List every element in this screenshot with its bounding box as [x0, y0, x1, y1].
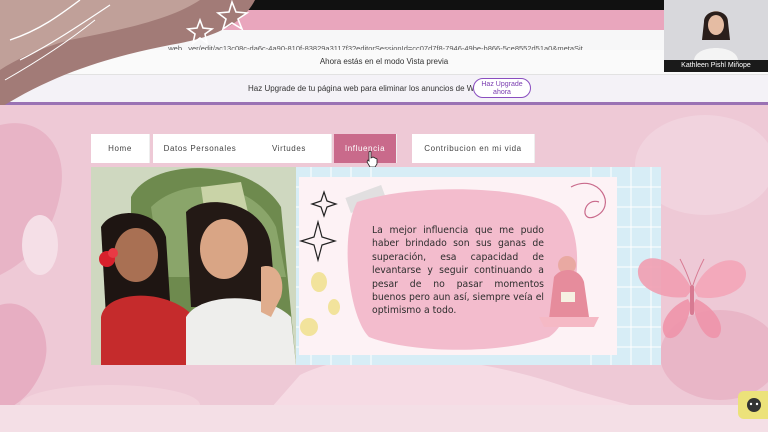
nav-datos-personales[interactable]: Datos Personales	[153, 134, 248, 163]
webcam-overlay: Kathleen Pishl Miñope	[664, 0, 768, 72]
hand-cursor-icon	[366, 151, 378, 167]
nav-contribucion[interactable]: Contribucion en mi vida	[412, 134, 535, 163]
mother-daughter-photo	[91, 167, 296, 365]
chat-help-button[interactable]	[738, 391, 768, 419]
chat-icon	[747, 398, 761, 412]
participant-video	[664, 0, 768, 60]
nav-virtudes[interactable]: Virtudes	[247, 134, 332, 163]
decorative-corner-doodle	[0, 0, 255, 108]
upgrade-banner-text: Haz Upgrade de tu página web para elimin…	[248, 84, 481, 93]
butterfly-illustration	[637, 258, 747, 339]
influence-quote-text: La mejor influencia que me pudo haber br…	[372, 225, 544, 317]
upgrade-now-button[interactable]: Haz Upgrade ahora	[473, 78, 531, 98]
nav-home[interactable]: Home	[91, 134, 150, 163]
site-footer-strip	[0, 405, 768, 432]
participant-name: Kathleen Pishl Miñope	[664, 60, 768, 72]
